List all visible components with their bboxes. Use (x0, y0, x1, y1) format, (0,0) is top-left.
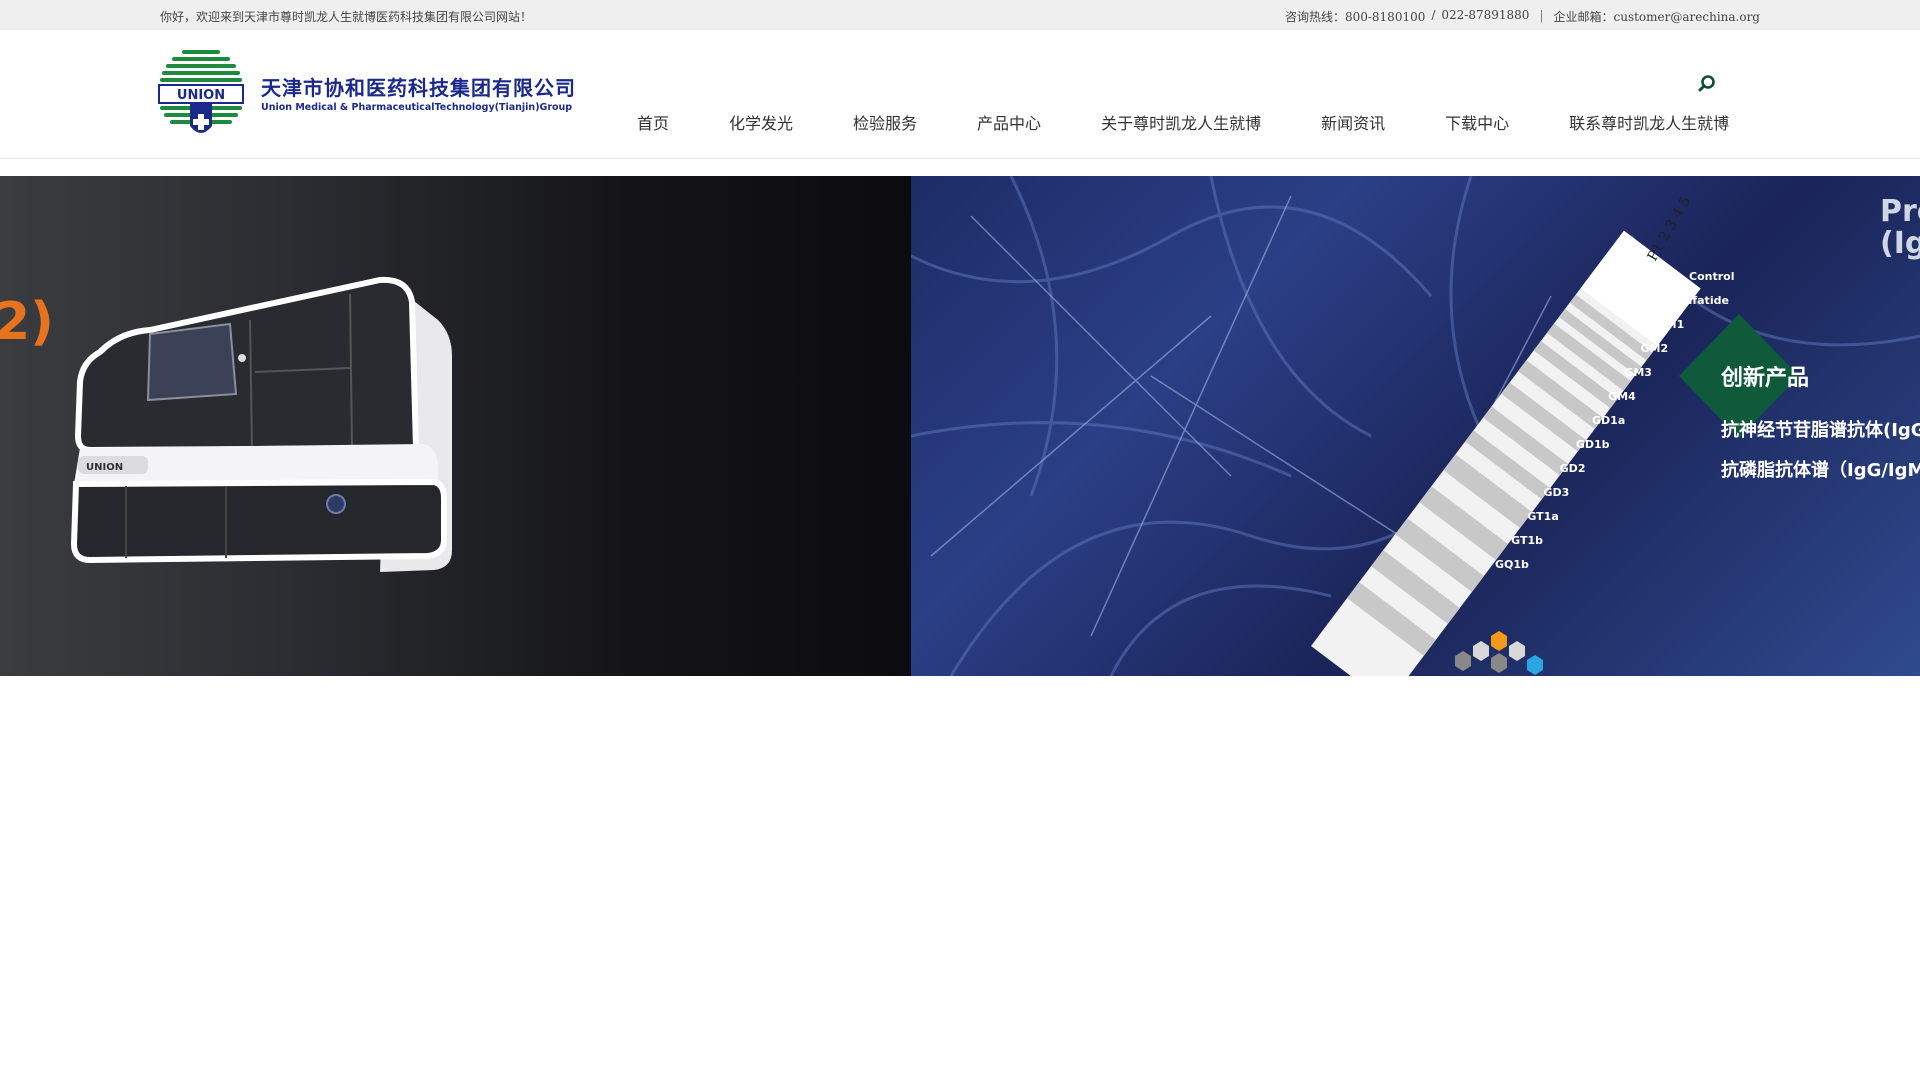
strip-header-label: P1 2 3 4 5 (1645, 194, 1695, 264)
search-icon[interactable] (1697, 74, 1717, 94)
banner-slide-antibody-panel: P1 2 3 4 5 Control Sulfatide GM1 GM2 GM3 GM4 G… (911, 176, 1920, 676)
strip-label: GM1 (1657, 318, 1685, 331)
banner-slide-analyzer: 2) UNION (0, 176, 911, 676)
strip-label: GT1b (1511, 534, 1543, 547)
nav-item-home[interactable]: 首页 (637, 110, 669, 134)
contact-divider: | (1539, 8, 1544, 22)
site-header: UNION 天津市协和医药科技集团有限公司 Union Medical & Ph… (0, 30, 1920, 159)
analyzer-machine-image: UNION (70, 276, 452, 572)
nav-item-chemiluminescence[interactable]: 化学发光 (729, 110, 793, 134)
top-utility-bar: 你好，欢迎来到天津市尊时凯龙人生就博医药科技集团有限公司网站！ 咨询热线：800… (0, 0, 1920, 30)
strip-label: GT1a (1527, 510, 1558, 523)
company-name-cn: 天津市协和医药科技集团有限公司 (261, 76, 576, 100)
nav-item-news[interactable]: 新闻资讯 (1321, 110, 1385, 134)
strip-label: GD1a (1592, 414, 1625, 427)
contact-info: 咨询热线：800-8180100 / 022-87891880 | 企业邮箱：c… (1285, 8, 1760, 25)
hero-banner[interactable]: 2) UNION P1 2 3 4 5 Control Sulfatide GM… (0, 176, 1920, 676)
strip-label: GM3 (1624, 366, 1652, 379)
innovation-badge: 创新产品 (1721, 366, 1810, 391)
nav-item-products[interactable]: 产品中心 (977, 110, 1041, 134)
product-line-1: 抗神经节苷脂谱抗体(IgG (1721, 420, 1920, 441)
main-navigation: 首页 化学发光 检验服务 产品中心 关于尊时凯龙人生就博 新闻资讯 下载中心 联… (637, 110, 1729, 134)
strip-label: GD3 (1544, 486, 1570, 499)
strip-label: GD2 (1560, 462, 1586, 475)
product-line-2: 抗磷脂抗体谱（IgG/IgM) (1721, 460, 1920, 481)
strip-label: GQ1b (1495, 558, 1529, 571)
nav-item-testing-services[interactable]: 检验服务 (853, 110, 917, 134)
banner-fragment-text: 2) (0, 292, 54, 352)
hotline-2-text: 022-87891880 (1441, 8, 1530, 22)
union-emblem-icon: UNION (158, 50, 244, 133)
emblem-label: UNION (177, 88, 225, 103)
strip-label: GM4 (1608, 390, 1636, 403)
strip-label: GM2 (1641, 342, 1669, 355)
nav-item-downloads[interactable]: 下载中心 (1445, 110, 1509, 134)
company-name-en: Union Medical & PharmaceuticalTechnology… (261, 102, 573, 113)
corner-heading-1: Pro (1880, 194, 1920, 229)
strip-label: Control (1689, 270, 1734, 283)
machine-brand-label: UNION (86, 462, 123, 473)
nav-item-about[interactable]: 关于尊时凯龙人生就博 (1101, 110, 1261, 134)
site-logo[interactable]: UNION 天津市协和医药科技集团有限公司 Union Medical & Ph… (158, 48, 578, 144)
strip-label: GD1b (1576, 438, 1610, 451)
strip-label: Sulfatide (1673, 294, 1729, 307)
email-text[interactable]: 企业邮箱：customer@arechina.org (1554, 8, 1761, 25)
welcome-text: 你好，欢迎来到天津市尊时凯龙人生就博医药科技集团有限公司网站！ (160, 10, 533, 24)
corner-heading-2: (Ig (1880, 226, 1920, 261)
nav-item-contact[interactable]: 联系尊时凯龙人生就博 (1569, 110, 1729, 134)
hotline-slash: / (1431, 8, 1436, 22)
hotline-text: 咨询热线：800-8180100 (1284, 10, 1426, 24)
